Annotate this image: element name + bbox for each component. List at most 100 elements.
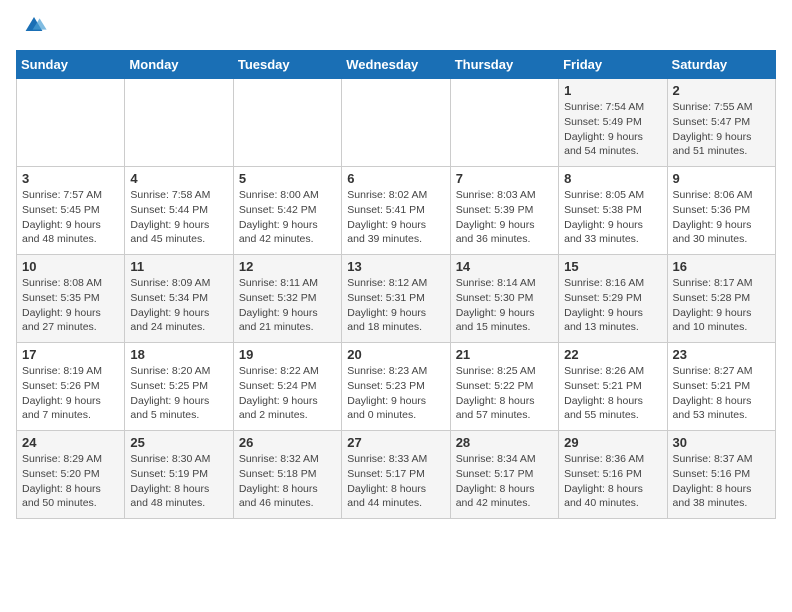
day-info: Sunrise: 8:09 AM Sunset: 5:34 PM Dayligh…	[130, 276, 227, 335]
calendar-cell: 30 Sunrise: 8:37 AM Sunset: 5:16 PM Dayli…	[667, 431, 775, 519]
day-number: 29	[564, 435, 661, 450]
day-info: Sunrise: 8:16 AM Sunset: 5:29 PM Dayligh…	[564, 276, 661, 335]
day-number: 18	[130, 347, 227, 362]
day-info: Sunrise: 7:57 AM Sunset: 5:45 PM Dayligh…	[22, 188, 119, 247]
day-number: 30	[673, 435, 770, 450]
calendar-cell: 3 Sunrise: 7:57 AM Sunset: 5:45 PM Daylig…	[17, 167, 125, 255]
calendar-cell: 20 Sunrise: 8:23 AM Sunset: 5:23 PM Dayli…	[342, 343, 450, 431]
calendar-cell	[342, 79, 450, 167]
day-number: 8	[564, 171, 661, 186]
day-number: 19	[239, 347, 336, 362]
page-header	[16, 16, 776, 40]
weekday-header-thursday: Thursday	[450, 51, 558, 79]
day-info: Sunrise: 7:55 AM Sunset: 5:47 PM Dayligh…	[673, 100, 770, 159]
calendar-cell: 28 Sunrise: 8:34 AM Sunset: 5:17 PM Dayli…	[450, 431, 558, 519]
day-info: Sunrise: 8:32 AM Sunset: 5:18 PM Dayligh…	[239, 452, 336, 511]
day-number: 2	[673, 83, 770, 98]
day-info: Sunrise: 8:26 AM Sunset: 5:21 PM Dayligh…	[564, 364, 661, 423]
day-info: Sunrise: 8:08 AM Sunset: 5:35 PM Dayligh…	[22, 276, 119, 335]
day-number: 3	[22, 171, 119, 186]
logo	[16, 16, 48, 40]
calendar-cell: 21Sunrise: 8:25 AM Sunset: 5:22 PM Dayli…	[450, 343, 558, 431]
day-info: Sunrise: 8:23 AM Sunset: 5:23 PM Dayligh…	[347, 364, 444, 423]
day-info: Sunrise: 8:36 AM Sunset: 5:16 PM Dayligh…	[564, 452, 661, 511]
day-number: 22	[564, 347, 661, 362]
calendar-cell: 18 Sunrise: 8:20 AM Sunset: 5:25 PM Dayli…	[125, 343, 233, 431]
day-number: 14	[456, 259, 553, 274]
calendar-cell: 27 Sunrise: 8:33 AM Sunset: 5:17 PM Dayli…	[342, 431, 450, 519]
calendar-cell: 17 Sunrise: 8:19 AM Sunset: 5:26 PM Dayli…	[17, 343, 125, 431]
logo-icon	[20, 10, 48, 38]
calendar-cell: 1 Sunrise: 7:54 AM Sunset: 5:49 PM Daylig…	[559, 79, 667, 167]
day-info: Sunrise: 8:37 AM Sunset: 5:16 PM Dayligh…	[673, 452, 770, 511]
weekday-header-tuesday: Tuesday	[233, 51, 341, 79]
calendar-cell: 15Sunrise: 8:16 AM Sunset: 5:29 PM Dayli…	[559, 255, 667, 343]
calendar-cell	[450, 79, 558, 167]
day-number: 11	[130, 259, 227, 274]
weekday-header-friday: Friday	[559, 51, 667, 79]
day-number: 17	[22, 347, 119, 362]
calendar-cell: 9 Sunrise: 8:06 AM Sunset: 5:36 PM Daylig…	[667, 167, 775, 255]
day-info: Sunrise: 8:34 AM Sunset: 5:17 PM Dayligh…	[456, 452, 553, 511]
calendar-cell: 25 Sunrise: 8:30 AM Sunset: 5:19 PM Dayli…	[125, 431, 233, 519]
day-number: 26	[239, 435, 336, 450]
calendar-cell: 8 Sunrise: 8:05 AM Sunset: 5:38 PM Daylig…	[559, 167, 667, 255]
weekday-header-monday: Monday	[125, 51, 233, 79]
day-number: 9	[673, 171, 770, 186]
day-info: Sunrise: 8:33 AM Sunset: 5:17 PM Dayligh…	[347, 452, 444, 511]
calendar-cell: 12 Sunrise: 8:11 AM Sunset: 5:32 PM Dayli…	[233, 255, 341, 343]
day-number: 6	[347, 171, 444, 186]
day-number: 10	[22, 259, 119, 274]
weekday-header-wednesday: Wednesday	[342, 51, 450, 79]
calendar-cell: 5 Sunrise: 8:00 AM Sunset: 5:42 PM Daylig…	[233, 167, 341, 255]
calendar-cell: 23 Sunrise: 8:27 AM Sunset: 5:21 PM Dayli…	[667, 343, 775, 431]
day-info: Sunrise: 8:05 AM Sunset: 5:38 PM Dayligh…	[564, 188, 661, 247]
day-number: 12	[239, 259, 336, 274]
day-number: 27	[347, 435, 444, 450]
day-number: 21	[456, 347, 553, 362]
day-info: Sunrise: 8:20 AM Sunset: 5:25 PM Dayligh…	[130, 364, 227, 423]
day-info: Sunrise: 8:19 AM Sunset: 5:26 PM Dayligh…	[22, 364, 119, 423]
calendar-cell: 22 Sunrise: 8:26 AM Sunset: 5:21 PM Dayli…	[559, 343, 667, 431]
day-info: Sunrise: 8:06 AM Sunset: 5:36 PM Dayligh…	[673, 188, 770, 247]
day-number: 20	[347, 347, 444, 362]
day-info: Sunrise: 8:30 AM Sunset: 5:19 PM Dayligh…	[130, 452, 227, 511]
calendar-cell: 4 Sunrise: 7:58 AM Sunset: 5:44 PM Daylig…	[125, 167, 233, 255]
day-number: 1	[564, 83, 661, 98]
day-info: Sunrise: 7:58 AM Sunset: 5:44 PM Dayligh…	[130, 188, 227, 247]
weekday-header-sunday: Sunday	[17, 51, 125, 79]
day-number: 24	[22, 435, 119, 450]
calendar-cell	[233, 79, 341, 167]
day-number: 5	[239, 171, 336, 186]
calendar-cell: 10 Sunrise: 8:08 AM Sunset: 5:35 PM Dayli…	[17, 255, 125, 343]
weekday-header-saturday: Saturday	[667, 51, 775, 79]
calendar-cell: 19 Sunrise: 8:22 AM Sunset: 5:24 PM Dayli…	[233, 343, 341, 431]
day-info: Sunrise: 8:11 AM Sunset: 5:32 PM Dayligh…	[239, 276, 336, 335]
day-info: Sunrise: 8:00 AM Sunset: 5:42 PM Dayligh…	[239, 188, 336, 247]
calendar-cell: 14 Sunrise: 8:14 AM Sunset: 5:30 PM Dayli…	[450, 255, 558, 343]
day-number: 28	[456, 435, 553, 450]
calendar-cell: 7Sunrise: 8:03 AM Sunset: 5:39 PM Daylig…	[450, 167, 558, 255]
day-number: 23	[673, 347, 770, 362]
calendar-cell: 13 Sunrise: 8:12 AM Sunset: 5:31 PM Dayli…	[342, 255, 450, 343]
calendar-table: SundayMondayTuesdayWednesdayThursdayFrid…	[16, 50, 776, 519]
day-number: 13	[347, 259, 444, 274]
day-info: Sunrise: 8:14 AM Sunset: 5:30 PM Dayligh…	[456, 276, 553, 335]
day-info: Sunrise: 7:54 AM Sunset: 5:49 PM Dayligh…	[564, 100, 661, 159]
calendar-cell: 16 Sunrise: 8:17 AM Sunset: 5:28 PM Dayli…	[667, 255, 775, 343]
calendar-cell: 29 Sunrise: 8:36 AM Sunset: 5:16 PM Dayli…	[559, 431, 667, 519]
calendar-cell: 6 Sunrise: 8:02 AM Sunset: 5:41 PM Daylig…	[342, 167, 450, 255]
day-info: Sunrise: 8:29 AM Sunset: 5:20 PM Dayligh…	[22, 452, 119, 511]
day-number: 16	[673, 259, 770, 274]
day-number: 4	[130, 171, 227, 186]
day-info: Sunrise: 8:12 AM Sunset: 5:31 PM Dayligh…	[347, 276, 444, 335]
calendar-cell	[17, 79, 125, 167]
day-info: Sunrise: 8:02 AM Sunset: 5:41 PM Dayligh…	[347, 188, 444, 247]
calendar-cell	[125, 79, 233, 167]
day-info: Sunrise: 8:17 AM Sunset: 5:28 PM Dayligh…	[673, 276, 770, 335]
calendar-cell: 24 Sunrise: 8:29 AM Sunset: 5:20 PM Dayli…	[17, 431, 125, 519]
day-info: Sunrise: 8:27 AM Sunset: 5:21 PM Dayligh…	[673, 364, 770, 423]
day-info: Sunrise: 8:03 AM Sunset: 5:39 PM Dayligh…	[456, 188, 553, 247]
day-number: 25	[130, 435, 227, 450]
day-info: Sunrise: 8:22 AM Sunset: 5:24 PM Dayligh…	[239, 364, 336, 423]
